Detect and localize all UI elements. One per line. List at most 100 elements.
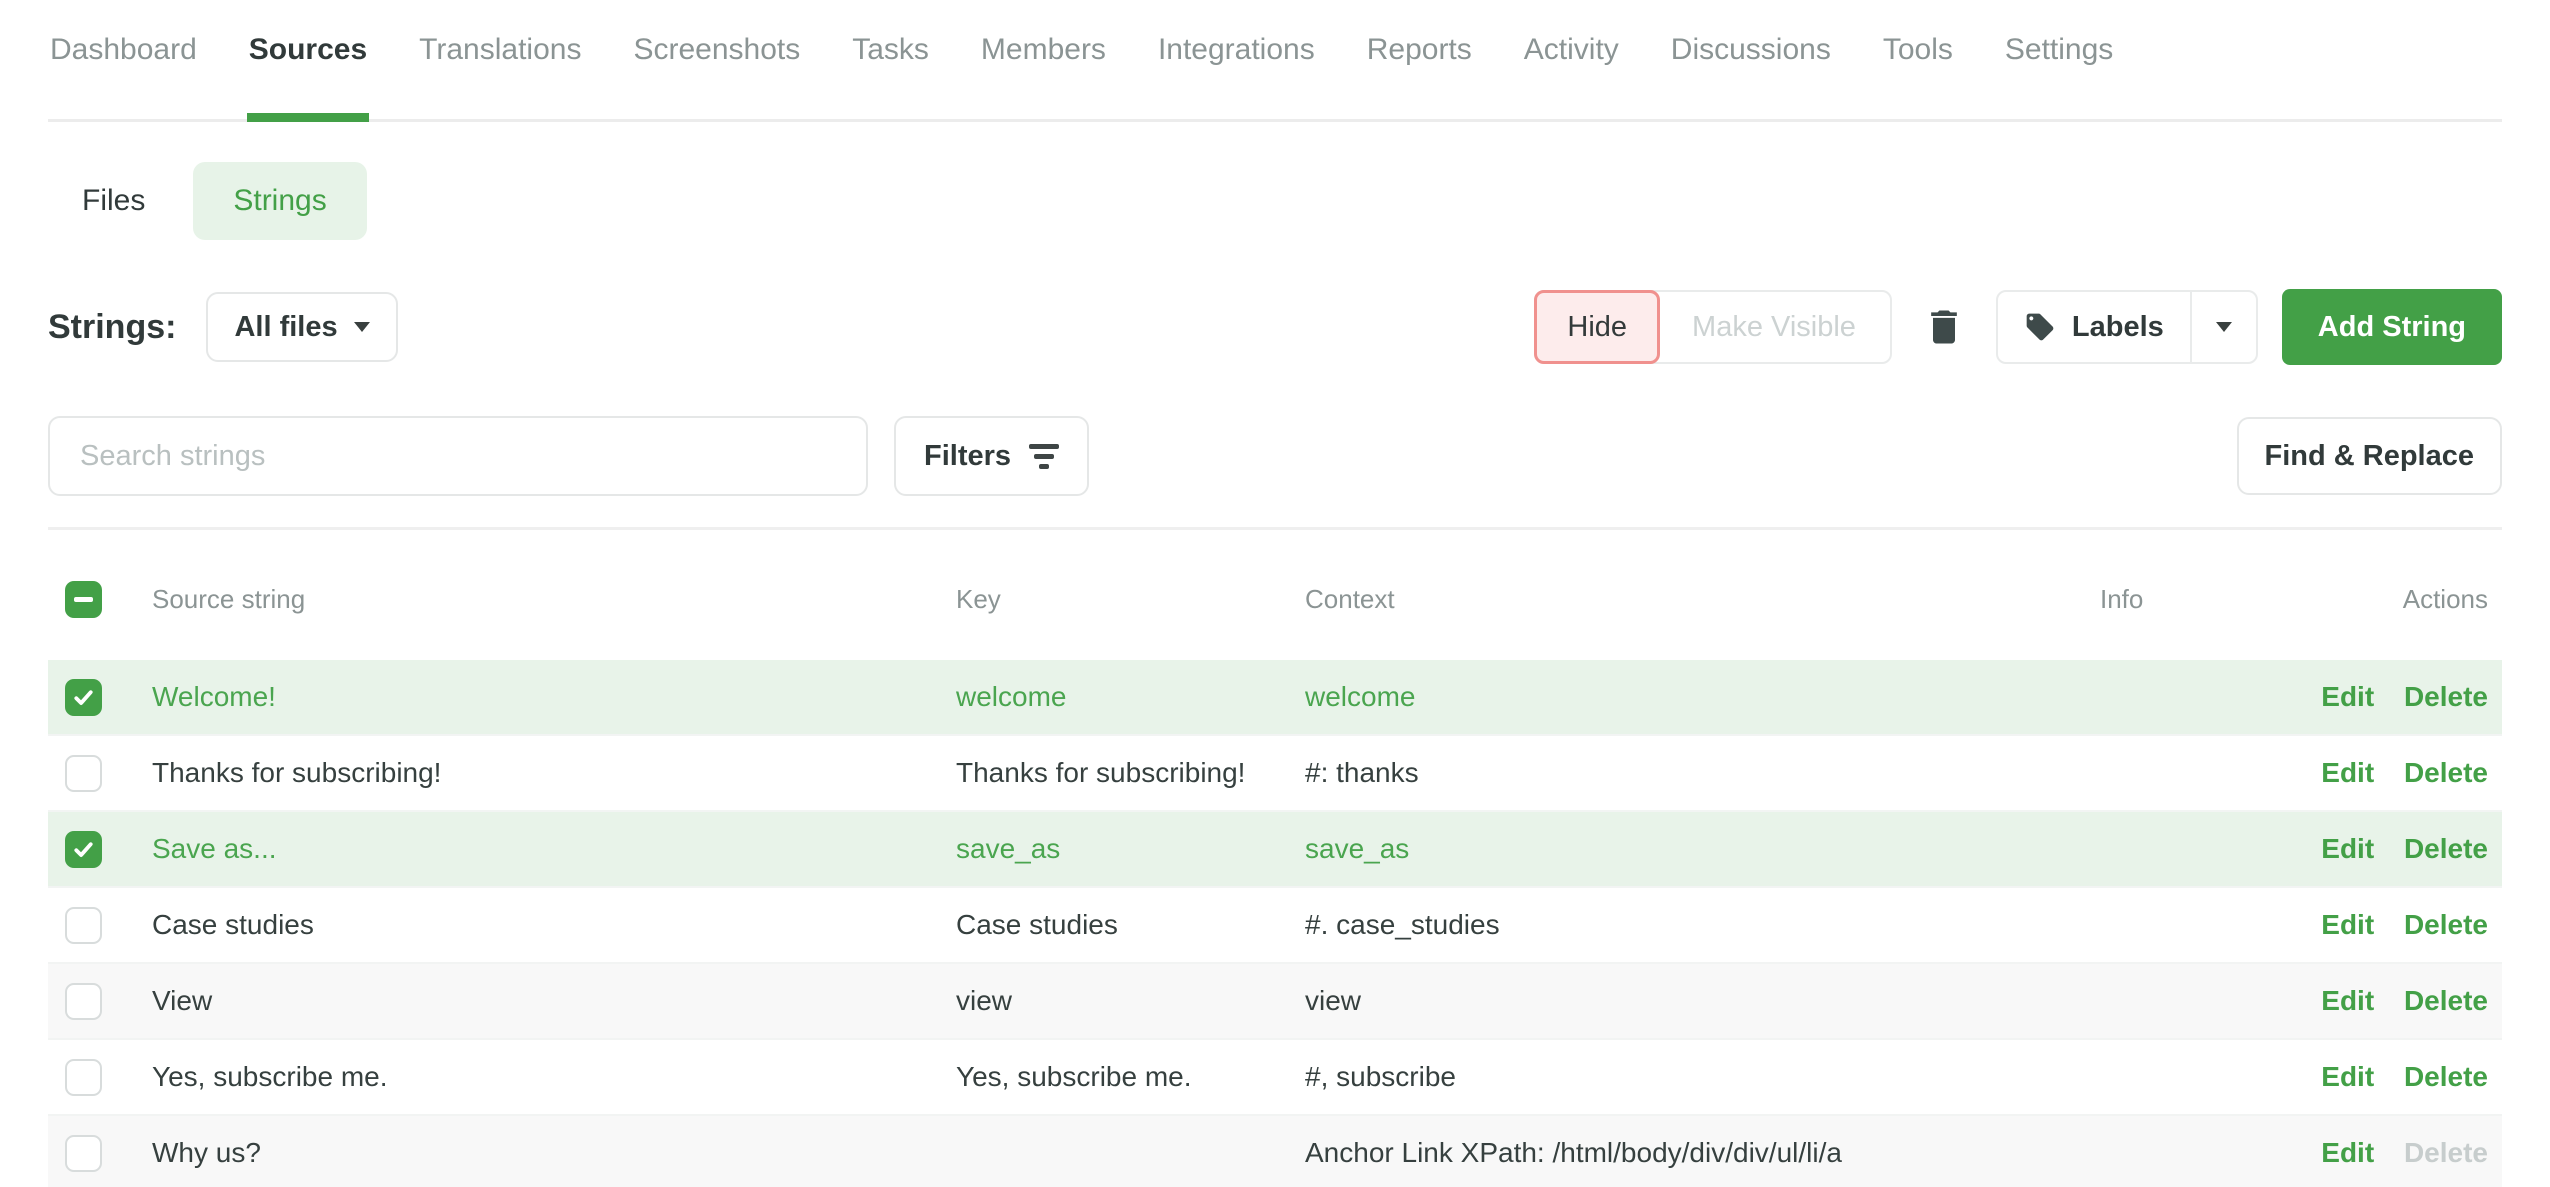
trash-icon: [1922, 303, 1966, 351]
edit-link[interactable]: Edit: [2321, 757, 2374, 788]
file-filter-dropdown[interactable]: All files: [206, 292, 397, 362]
filter-icon: [1029, 444, 1059, 469]
tab-files[interactable]: Files: [48, 162, 179, 240]
strings-toolbar: Strings: All files Hide Make Visible: [48, 288, 2502, 366]
source-string-text: Welcome!: [152, 681, 956, 713]
tab-strings[interactable]: Strings: [193, 162, 366, 240]
nav-item-screenshots[interactable]: Screenshots: [631, 25, 802, 119]
nav-item-discussions[interactable]: Discussions: [1669, 25, 1833, 119]
string-key: Case studies: [956, 909, 1305, 941]
indeterminate-icon: [74, 597, 93, 602]
string-context: welcome: [1305, 681, 2100, 713]
labels-button[interactable]: Labels: [1998, 292, 2190, 362]
string-context: save_as: [1305, 833, 2100, 865]
source-string-text: Save as...: [152, 833, 956, 865]
table-row: Yes, subscribe me. Yes, subscribe me. #,…: [48, 1038, 2502, 1114]
source-view-tabs: Files Strings: [48, 162, 2502, 240]
search-input[interactable]: [48, 416, 868, 496]
delete-link[interactable]: Delete: [2404, 909, 2488, 940]
row-checkbox[interactable]: [65, 1059, 102, 1096]
edit-link[interactable]: Edit: [2321, 909, 2374, 940]
edit-link[interactable]: Edit: [2321, 985, 2374, 1016]
delete-link[interactable]: Delete: [2404, 985, 2488, 1016]
labels-split-button: Labels: [1996, 290, 2258, 364]
source-string-text: Case studies: [152, 909, 956, 941]
string-context: #, subscribe: [1305, 1061, 2100, 1093]
table-header: Source string Key Context Info Actions: [48, 538, 2502, 660]
string-context: view: [1305, 985, 2100, 1017]
table-row: View view view Edit Delete: [48, 962, 2502, 1038]
visibility-button-group: Hide Make Visible: [1534, 290, 1892, 364]
nav-item-dashboard[interactable]: Dashboard: [48, 25, 199, 119]
toolbar-actions: Hide Make Visible Labels Ad: [1534, 289, 2502, 365]
row-checkbox[interactable]: [65, 983, 102, 1020]
string-key: Yes, subscribe me.: [956, 1061, 1305, 1093]
nav-item-integrations[interactable]: Integrations: [1156, 25, 1317, 119]
add-string-button[interactable]: Add String: [2282, 289, 2502, 365]
delete-link[interactable]: Delete: [2404, 757, 2488, 788]
project-nav-list: Dashboard Sources Translations Screensho…: [48, 0, 2502, 122]
header-actions: Actions: [2250, 584, 2502, 615]
row-checkbox[interactable]: [65, 755, 102, 792]
edit-link[interactable]: Edit: [2321, 681, 2374, 712]
header-source-string: Source string: [152, 584, 956, 615]
delete-link[interactable]: Delete: [2404, 833, 2488, 864]
row-checkbox[interactable]: [65, 831, 102, 868]
table-row: Why us? Anchor Link XPath: /html/body/di…: [48, 1114, 2502, 1187]
table-row: Save as... save_as save_as Edit Delete: [48, 810, 2502, 886]
page-title: Strings:: [48, 308, 176, 347]
row-checkbox[interactable]: [65, 679, 102, 716]
labels-button-label: Labels: [2072, 311, 2164, 344]
chevron-down-icon: [354, 322, 370, 332]
edit-link[interactable]: Edit: [2321, 1137, 2374, 1168]
checkmark-icon: [72, 838, 95, 861]
section-divider: [48, 527, 2502, 530]
string-context: Anchor Link XPath: /html/body/div/div/ul…: [1305, 1137, 2100, 1169]
find-replace-button[interactable]: Find & Replace: [2237, 417, 2503, 495]
table-body: Welcome! welcome welcome Edit Delete Tha…: [48, 660, 2502, 1187]
header-context: Context: [1305, 584, 2100, 615]
nav-item-settings[interactable]: Settings: [2003, 25, 2115, 119]
source-string-text: Thanks for subscribing!: [152, 757, 956, 789]
header-key: Key: [956, 584, 1305, 615]
source-string-text: Yes, subscribe me.: [152, 1061, 956, 1093]
table-row: Welcome! welcome welcome Edit Delete: [48, 660, 2502, 734]
nav-item-members[interactable]: Members: [979, 25, 1108, 119]
table-row: Case studies Case studies #. case_studie…: [48, 886, 2502, 962]
tag-icon: [2024, 311, 2056, 343]
delete-link: Delete: [2404, 1137, 2488, 1168]
nav-item-reports[interactable]: Reports: [1365, 25, 1474, 119]
delete-strings-button[interactable]: [1916, 303, 1972, 351]
nav-item-activity[interactable]: Activity: [1522, 25, 1621, 119]
nav-item-sources[interactable]: Sources: [247, 25, 369, 119]
file-filter-label: All files: [234, 311, 337, 344]
checkmark-icon: [72, 686, 95, 709]
edit-link[interactable]: Edit: [2321, 833, 2374, 864]
row-checkbox[interactable]: [65, 1135, 102, 1172]
labels-dropdown-toggle[interactable]: [2190, 292, 2256, 362]
filters-button-label: Filters: [924, 440, 1011, 473]
project-nav: Dashboard Sources Translations Screensho…: [48, 0, 2502, 122]
filters-button[interactable]: Filters: [894, 416, 1089, 496]
make-visible-button[interactable]: Make Visible: [1658, 292, 1890, 362]
string-context: #. case_studies: [1305, 909, 2100, 941]
source-string-text: View: [152, 985, 956, 1017]
hide-button[interactable]: Hide: [1534, 290, 1660, 364]
nav-item-translations[interactable]: Translations: [417, 25, 583, 119]
select-all-checkbox[interactable]: [65, 581, 102, 618]
string-key: save_as: [956, 833, 1305, 865]
delete-link[interactable]: Delete: [2404, 1061, 2488, 1092]
string-key: view: [956, 985, 1305, 1017]
chevron-down-icon: [2216, 322, 2232, 332]
string-key: Thanks for subscribing!: [956, 757, 1305, 789]
source-string-text: Why us?: [152, 1137, 956, 1169]
table-row: Thanks for subscribing! Thanks for subsc…: [48, 734, 2502, 810]
string-context: #: thanks: [1305, 757, 2100, 789]
delete-link[interactable]: Delete: [2404, 681, 2488, 712]
nav-item-tools[interactable]: Tools: [1881, 25, 1955, 119]
nav-item-tasks[interactable]: Tasks: [850, 25, 931, 119]
string-key: welcome: [956, 681, 1305, 713]
header-info: Info: [2100, 584, 2250, 615]
edit-link[interactable]: Edit: [2321, 1061, 2374, 1092]
row-checkbox[interactable]: [65, 907, 102, 944]
